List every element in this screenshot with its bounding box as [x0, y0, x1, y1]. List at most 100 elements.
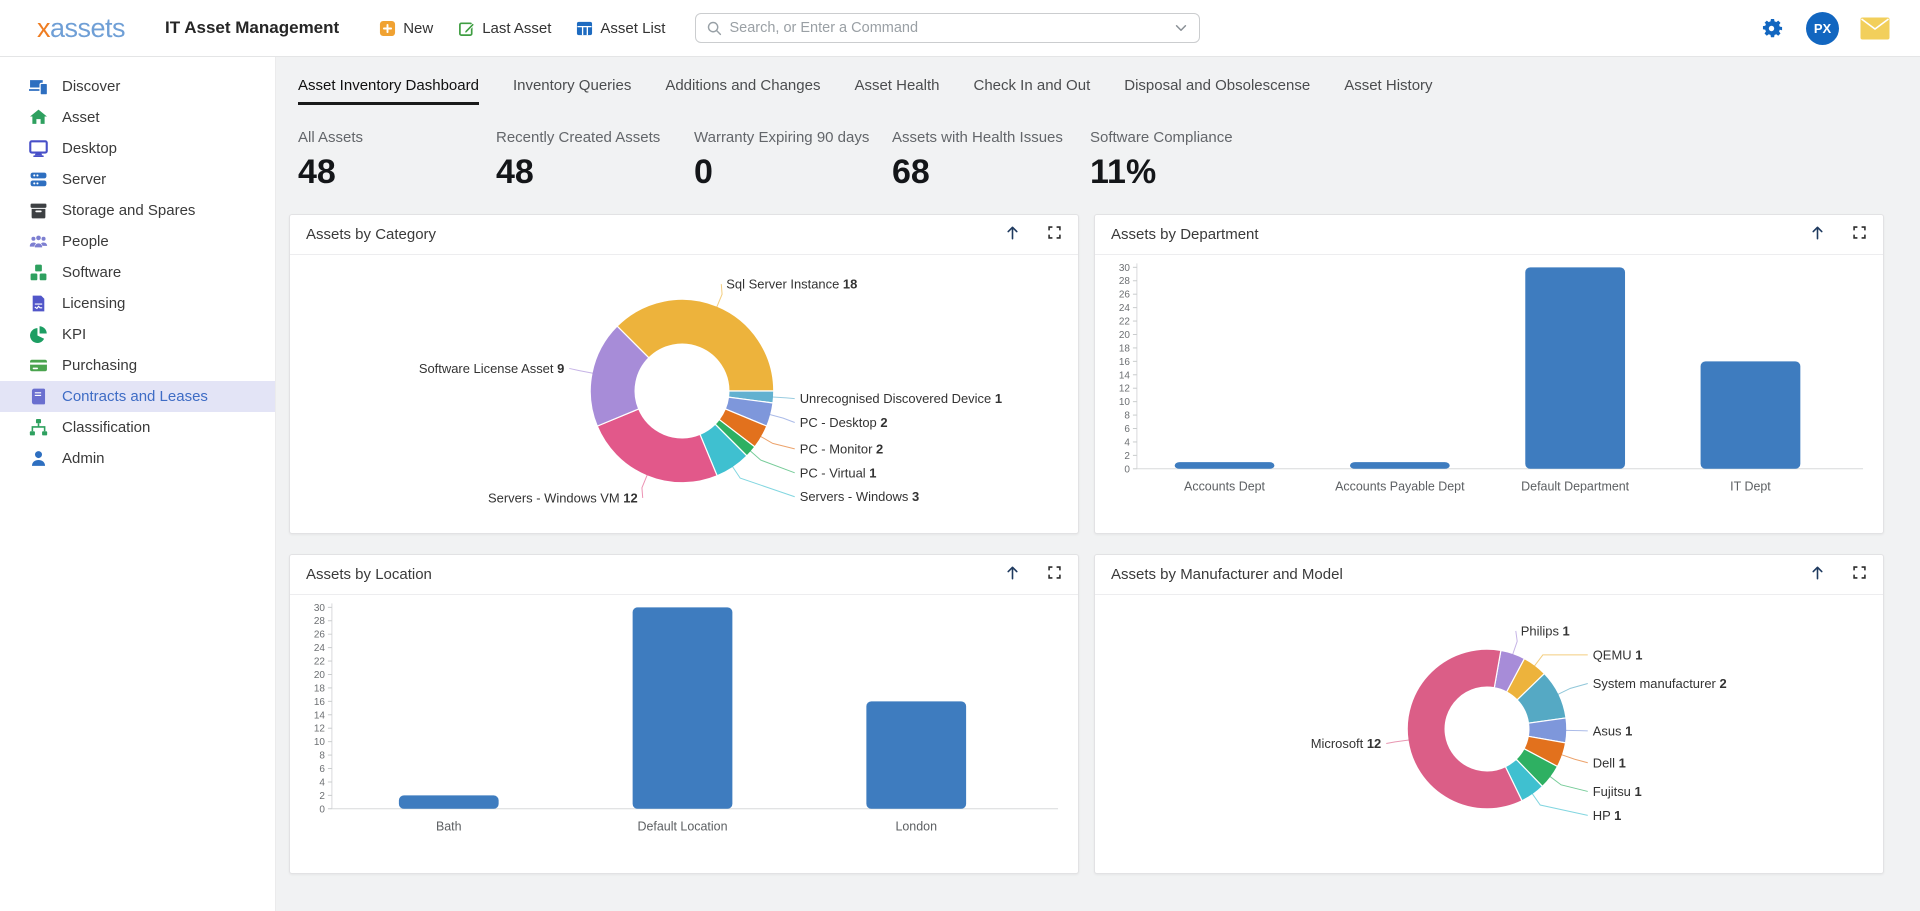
- asset-list-button[interactable]: Asset List: [576, 20, 665, 37]
- svg-text:28: 28: [314, 616, 326, 627]
- card-body: 024681012141618202224262830Accounts Dept…: [1095, 255, 1883, 533]
- sidebar-item-server[interactable]: Server: [0, 164, 275, 195]
- app-title: IT Asset Management: [165, 18, 339, 38]
- classification-icon: [29, 418, 48, 437]
- stat-value: 68: [892, 153, 1090, 192]
- envelope-icon[interactable]: [1860, 17, 1890, 40]
- bar-label-it-dept: IT Dept: [1730, 480, 1771, 494]
- tab-additions-and-changes[interactable]: Additions and Changes: [665, 67, 820, 105]
- stat-label: Recently Created Assets: [496, 129, 694, 146]
- svg-text:14: 14: [314, 710, 326, 721]
- bar-default-department[interactable]: [1525, 267, 1625, 468]
- sidebar-item-label: Software: [62, 264, 121, 281]
- assets-by-manufacturer-and-model-chart[interactable]: Philips 1QEMU 1System manufacturer 2Asus…: [1095, 595, 1883, 873]
- tab-inventory-queries[interactable]: Inventory Queries: [513, 67, 631, 105]
- svg-text:4: 4: [1124, 437, 1130, 448]
- stat-software-compliance: Software Compliance 11%: [1090, 129, 1288, 192]
- stat-label: All Assets: [298, 129, 496, 146]
- purchasing-icon: [29, 356, 48, 375]
- assets-by-location-chart[interactable]: 024681012141618202224262830BathDefault L…: [290, 595, 1078, 873]
- svg-text:16: 16: [1119, 357, 1131, 368]
- arrow-up-icon[interactable]: [1004, 224, 1021, 246]
- expand-icon[interactable]: [1852, 225, 1867, 245]
- donut-label-asus: Asus 1: [1593, 723, 1633, 738]
- expand-icon[interactable]: [1047, 225, 1062, 245]
- asset-home-icon: [29, 108, 48, 127]
- action-label: Last Asset: [482, 20, 551, 37]
- bar-accounts-payable-dept[interactable]: [1350, 462, 1450, 469]
- sidebar-item-label: Contracts and Leases: [62, 388, 208, 405]
- sidebar-item-desktop[interactable]: Desktop: [0, 133, 275, 164]
- expand-icon[interactable]: [1852, 565, 1867, 585]
- svg-text:22: 22: [1119, 317, 1131, 328]
- sidebar-item-classification[interactable]: Classification: [0, 412, 275, 443]
- command-search[interactable]: [695, 13, 1200, 43]
- arrow-up-icon[interactable]: [1004, 564, 1021, 586]
- tab-asset-health[interactable]: Asset Health: [854, 67, 939, 105]
- svg-text:28: 28: [1119, 276, 1131, 287]
- last-asset-button[interactable]: Last Asset: [458, 20, 551, 37]
- bar-default-location[interactable]: [633, 607, 733, 808]
- assets-by-category-chart[interactable]: Sql Server Instance 18Unrecognised Disco…: [290, 255, 1078, 533]
- sidebar-item-contracts-and-leases[interactable]: Contracts and Leases: [0, 381, 275, 412]
- card-header: Assets by Location: [290, 555, 1078, 595]
- svg-text:4: 4: [319, 777, 325, 788]
- new-button[interactable]: New: [379, 20, 433, 37]
- licensing-icon: [29, 294, 48, 313]
- sidebar-item-software[interactable]: Software: [0, 257, 275, 288]
- bar-london[interactable]: [866, 701, 966, 808]
- sidebar-item-label: Purchasing: [62, 357, 137, 374]
- sidebar-item-storage-and-spares[interactable]: Storage and Spares: [0, 195, 275, 226]
- card-assets-by-location: Assets by Location0246810121416182022242…: [289, 554, 1079, 874]
- sidebar-item-label: Asset: [62, 109, 100, 126]
- donut-slice-servers-windows-vm[interactable]: [597, 409, 717, 483]
- tab-disposal-and-obsolescense[interactable]: Disposal and Obsolescense: [1124, 67, 1310, 105]
- card-title: Assets by Location: [306, 566, 978, 583]
- assets-by-department-chart[interactable]: 024681012141618202224262830Accounts Dept…: [1095, 255, 1883, 533]
- stat-value: 11%: [1090, 153, 1288, 192]
- donut-slice-sql-server-instance[interactable]: [617, 299, 774, 391]
- svg-text:12: 12: [1119, 384, 1131, 395]
- stat-value: 48: [496, 153, 694, 192]
- stat-recently-created-assets: Recently Created Assets 48: [496, 129, 694, 192]
- stat-label: Warranty Expiring 90 days: [694, 129, 892, 146]
- sidebar-item-people[interactable]: People: [0, 226, 275, 257]
- arrow-up-icon[interactable]: [1809, 564, 1826, 586]
- sidebar-item-licensing[interactable]: Licensing: [0, 288, 275, 319]
- xassets-logo[interactable]: xassets: [37, 13, 125, 44]
- sidebar-item-discover[interactable]: Discover: [0, 71, 275, 102]
- tab-check-in-and-out[interactable]: Check In and Out: [974, 67, 1091, 105]
- sidebar-item-admin[interactable]: Admin: [0, 443, 275, 474]
- kpi-stats-row: All Assets48Recently Created Assets 48War…: [298, 129, 1884, 192]
- chevron-down-icon[interactable]: [1173, 20, 1189, 36]
- card-body: 024681012141618202224262830BathDefault L…: [290, 595, 1078, 873]
- card-assets-by-category: Assets by CategorySql Server Instance 18…: [289, 214, 1079, 534]
- bar-it-dept[interactable]: [1701, 361, 1801, 468]
- svg-text:18: 18: [314, 683, 326, 694]
- tab-asset-inventory-dashboard[interactable]: Asset Inventory Dashboard: [298, 67, 479, 105]
- expand-icon[interactable]: [1047, 565, 1062, 585]
- sidebar-item-asset[interactable]: Asset: [0, 102, 275, 133]
- avatar[interactable]: PX: [1806, 12, 1839, 45]
- sidebar-item-label: Classification: [62, 419, 150, 436]
- tab-asset-history[interactable]: Asset History: [1344, 67, 1432, 105]
- svg-text:8: 8: [1124, 411, 1130, 422]
- bar-accounts-dept[interactable]: [1175, 462, 1275, 469]
- card-assets-by-manufacturer-and-model: Assets by Manufacturer and ModelPhilips …: [1094, 554, 1884, 874]
- admin-icon: [29, 449, 48, 468]
- svg-text:18: 18: [1119, 343, 1131, 354]
- bar-label-accounts-dept: Accounts Dept: [1184, 480, 1266, 494]
- arrow-up-icon[interactable]: [1809, 224, 1826, 246]
- donut-label-dell: Dell 1: [1593, 755, 1626, 770]
- top-bar: xassets IT Asset Management New Last Asse…: [0, 0, 1920, 57]
- sidebar-item-kpi[interactable]: KPI: [0, 319, 275, 350]
- donut-label-servers-windows: Servers - Windows 3: [800, 489, 920, 504]
- svg-text:16: 16: [314, 697, 326, 708]
- bar-bath[interactable]: [399, 795, 499, 808]
- search-input[interactable]: [729, 20, 1173, 36]
- sidebar-item-purchasing[interactable]: Purchasing: [0, 350, 275, 381]
- card-body: Sql Server Instance 18Unrecognised Disco…: [290, 255, 1078, 533]
- stat-label: Software Compliance: [1090, 129, 1288, 146]
- people-icon: [29, 232, 48, 251]
- gear-icon[interactable]: [1758, 15, 1785, 42]
